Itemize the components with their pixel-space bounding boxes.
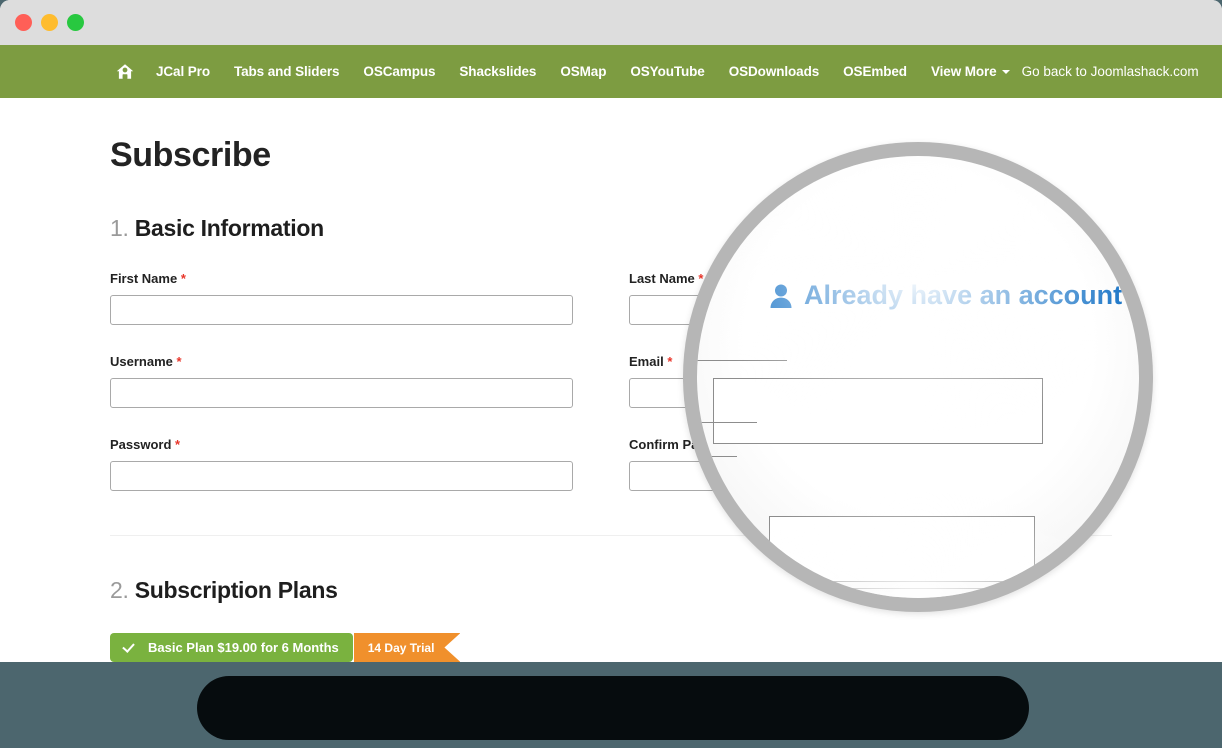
nav-item-oscampus[interactable]: OSCampus <box>351 58 447 85</box>
plan-label: Basic Plan $19.00 for 6 Months <box>148 640 339 655</box>
label-text: Username <box>110 354 173 369</box>
nav-item-label: View More <box>930 64 997 79</box>
magnified-field-edge <box>697 360 787 361</box>
magnifier-glass: Already have an account? <box>697 156 1139 598</box>
plan-trial-badge-basic: 14 Day Trial <box>353 633 461 662</box>
required-marker: * <box>667 354 673 369</box>
label-text: Email <box>629 354 664 369</box>
label-text: Password <box>110 437 172 452</box>
nav-item-view-more[interactable]: View More <box>919 58 1022 85</box>
magnified-field-edge <box>697 422 757 423</box>
magnified-field-edge <box>847 588 987 589</box>
field-username: Username * <box>110 354 573 408</box>
minimize-window-button[interactable] <box>41 14 58 31</box>
section-title: Basic Information <box>134 215 324 241</box>
nav-item-home[interactable] <box>110 57 144 86</box>
nav-items-group: JCal Pro Tabs and Sliders OSCampus Shack… <box>110 57 1022 86</box>
nav-item-osyoutube[interactable]: OSYouTube <box>618 58 716 85</box>
nav-item-label: Shackslides <box>459 64 537 79</box>
section-number: 2. <box>110 577 129 603</box>
magnified-account-link[interactable]: Already have an account? <box>769 280 1139 311</box>
username-input[interactable] <box>110 378 573 408</box>
magnifier-lens[interactable]: Already have an account? <box>683 142 1153 612</box>
user-icon <box>770 284 792 308</box>
nav-item-label: OSCampus <box>363 64 436 79</box>
window-titlebar <box>0 0 1222 45</box>
nav-item-shackslides[interactable]: Shackslides <box>447 58 548 85</box>
redaction-bar <box>197 676 1029 740</box>
nav-item-osembed[interactable]: OSEmbed <box>831 58 919 85</box>
username-label: Username * <box>110 354 573 369</box>
label-text: First Name <box>110 271 178 286</box>
main-navigation: JCal Pro Tabs and Sliders OSCampus Shack… <box>0 45 1222 98</box>
form-column-left: First Name * Username * Password * <box>110 271 573 491</box>
field-first-name: First Name * <box>110 271 573 325</box>
trial-label: 14 Day Trial <box>367 640 435 655</box>
nav-link-go-back[interactable]: Go back to Joomlashack.com <box>1022 64 1199 79</box>
subscription-plan-list: Basic Plan $19.00 for 6 Months 14 Day Tr… <box>110 633 1112 662</box>
home-icon <box>116 64 134 79</box>
nav-item-label: JCal Pro <box>156 64 210 79</box>
section-title: Subscription Plans <box>134 577 338 603</box>
browser-window: JCal Pro Tabs and Sliders OSCampus Shack… <box>0 0 1222 662</box>
nav-item-tabs-and-sliders[interactable]: Tabs and Sliders <box>222 58 351 85</box>
nav-item-label: OSEmbed <box>843 64 907 79</box>
nav-link-label: Go back to Joomlashack.com <box>1021 64 1199 79</box>
nav-item-label: OSYouTube <box>630 64 705 79</box>
section-number: 1. <box>110 215 129 241</box>
nav-item-label: OSMap <box>560 64 607 79</box>
check-icon <box>123 641 136 654</box>
required-marker: * <box>175 437 181 452</box>
chevron-down-icon <box>1001 70 1010 75</box>
magnified-field-outline <box>713 378 1043 444</box>
magnified-account-link-label: Already have an account? <box>804 280 1139 310</box>
nav-item-osdownloads[interactable]: OSDownloads <box>717 58 831 85</box>
required-marker: * <box>176 354 182 369</box>
required-marker: * <box>180 271 186 286</box>
maximize-window-button[interactable] <box>67 14 84 31</box>
magnified-field-edge <box>697 254 709 255</box>
first-name-input[interactable] <box>110 295 573 325</box>
magnified-field-edge <box>697 456 737 457</box>
nav-item-label: Tabs and Sliders <box>233 64 340 79</box>
magnified-field-outline <box>769 516 1035 582</box>
first-name-label: First Name * <box>110 271 573 286</box>
plan-row: Basic Plan $19.00 for 6 Months 14 Day Tr… <box>110 633 1112 662</box>
close-window-button[interactable] <box>15 14 32 31</box>
label-text: Last Name <box>629 271 695 286</box>
field-password: Password * <box>110 437 573 491</box>
plan-option-basic[interactable]: Basic Plan $19.00 for 6 Months <box>110 633 353 662</box>
password-label: Password * <box>110 437 573 452</box>
nav-item-jcal-pro[interactable]: JCal Pro <box>144 58 222 85</box>
password-input[interactable] <box>110 461 573 491</box>
nav-item-osmap[interactable]: OSMap <box>548 58 618 85</box>
nav-item-label: OSDownloads <box>728 64 820 79</box>
